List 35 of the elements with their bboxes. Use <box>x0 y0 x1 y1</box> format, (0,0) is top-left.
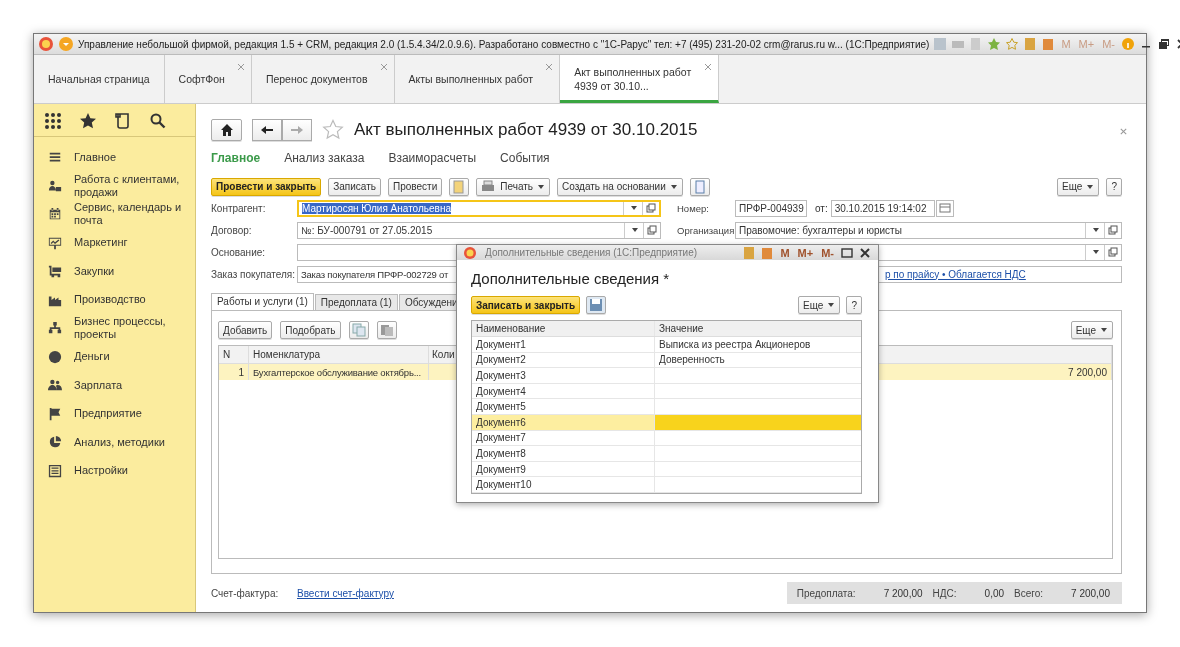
table-cell: Документ9 <box>472 461 655 477</box>
window-title: Управление небольшой фирмой, редакция 1.5 + CRM, редакция 2.0 (1.5.4.34/2.0.9.6). Разработано совместно с "1С-Рарус" тел: +7 (495) 231-20-02 crm@rarus.ru w... (1С:Предприятие) <box>78 38 930 50</box>
field-label: Основание: <box>211 246 267 258</box>
table-cell: Документ2 <box>472 352 655 368</box>
table-cell: Документ7 <box>472 430 655 446</box>
table-cell: Бухгалтерское обслуживание октябрь... <box>249 364 429 380</box>
total-value: 7 200,00 <box>1070 587 1111 599</box>
field-label: Счет-фактура: <box>211 587 280 599</box>
field-label: Организация: <box>677 224 735 236</box>
field-label: Номер: <box>677 202 710 214</box>
column-header: Номенклатура <box>249 346 429 363</box>
field-label: Контрагент: <box>211 202 267 214</box>
column-header: Значение <box>658 322 705 337</box>
total-label: Всего: <box>1013 587 1045 599</box>
dialog-title: Дополнительные сведения (1С:Предприятие) <box>485 247 698 259</box>
table-cell: Документ5 <box>472 399 655 415</box>
column-header: Наименование <box>472 321 655 337</box>
table-cell: Документ10 <box>472 477 655 492</box>
field-label: Заказ покупателя: <box>211 268 296 280</box>
total-label: НДС: <box>931 587 958 599</box>
field-label: Договор: <box>211 224 253 236</box>
table-cell: Документ1 <box>472 337 655 352</box>
total-value: 0,00 <box>983 587 1006 599</box>
table-cell: Документ3 <box>472 368 655 383</box>
total-value: 7 200,00 <box>882 587 924 599</box>
table-cell: Документ8 <box>472 446 655 461</box>
dialog-heading: Дополнительные сведения * <box>471 270 671 288</box>
table-cell: Документ4 <box>472 383 655 399</box>
form-title: Акт выполненных работ 4939 от 30.10.2015 <box>354 120 698 140</box>
column-header: N <box>219 346 249 363</box>
table-cell-text: Выписка из реестра Акционеров <box>658 337 812 352</box>
table-cell: Документ6 <box>472 415 655 430</box>
field-label: от: <box>815 202 828 214</box>
table-cell: 1 <box>219 364 249 380</box>
total-label: Предоплата: <box>795 587 857 599</box>
